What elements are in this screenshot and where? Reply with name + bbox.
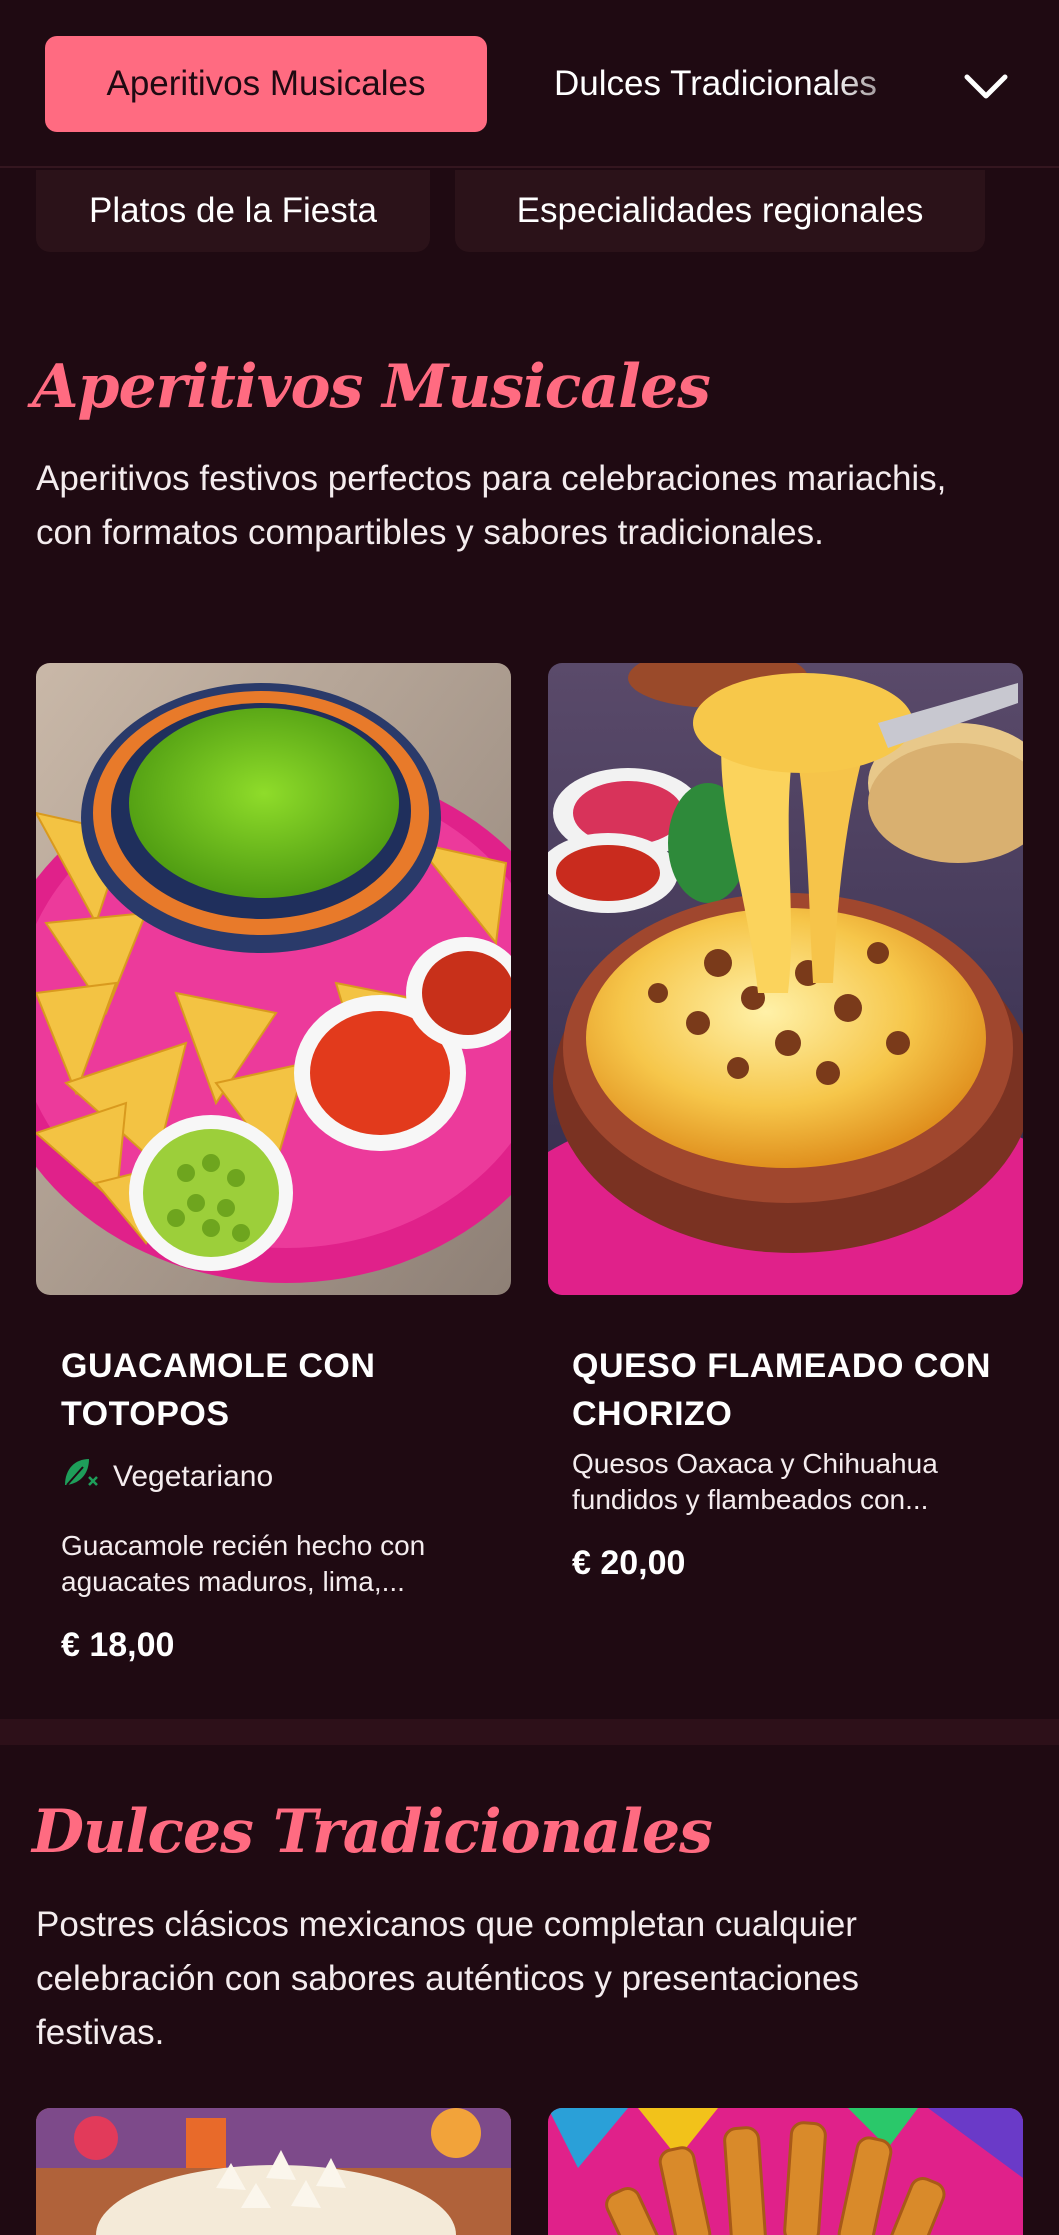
dish-name: GUACAMOLE CON TOTOPOS <box>61 1347 376 1433</box>
section-divider <box>0 1719 1059 1745</box>
tab-especialidades-regionales[interactable]: Especialidades regionales <box>455 170 985 252</box>
section-title: Dulces Tradicionales <box>32 1797 713 1867</box>
tab-label: Aperitivos Musicales <box>106 64 426 103</box>
dish-image-guacamole[interactable] <box>36 663 511 1295</box>
tab-dulces-tradicionales[interactable]: Dulces Tradicionales <box>554 36 934 132</box>
dish-image-dessert-2[interactable] <box>548 2108 1023 2235</box>
tab-label: Especialidades regionales <box>516 191 924 230</box>
dish-name: QUESO FLAMEADO CON CHORIZO <box>572 1347 991 1433</box>
chevron-down-icon[interactable] <box>950 50 1022 122</box>
dish-tag-label: Vegetariano <box>113 1460 274 1493</box>
tab-label: Platos de la Fiesta <box>89 191 377 230</box>
section-description: Aperitivos festivos perfectos para celeb… <box>36 459 947 552</box>
section-description: Postres clásicos mexicanos que completan… <box>36 1905 859 2052</box>
dish-tag: Vegetariano <box>61 1455 273 1499</box>
dish-description: Guacamole recién hecho con aguacates mad… <box>61 1530 426 1597</box>
dish-description: Quesos Oaxaca y Chihuahua fundidos y fla… <box>572 1448 938 1515</box>
category-tab-bar: Aperitivos Musicales Dulces Tradicionale… <box>0 0 1059 168</box>
dish-image-dessert-1[interactable] <box>36 2108 511 2235</box>
vegetarian-leaf-icon <box>61 1455 101 1499</box>
dish-image-queso-flameado[interactable] <box>548 663 1023 1295</box>
dish-price: € 20,00 <box>572 1544 686 1582</box>
tab-label: Dulces Tradicionales <box>554 64 877 103</box>
dish-price: € 18,00 <box>61 1626 175 1664</box>
section-title: Aperitivos Musicales <box>32 352 711 422</box>
tab-platos-de-la-fiesta[interactable]: Platos de la Fiesta <box>36 170 430 252</box>
tab-aperitivos-musicales[interactable]: Aperitivos Musicales <box>45 36 487 132</box>
